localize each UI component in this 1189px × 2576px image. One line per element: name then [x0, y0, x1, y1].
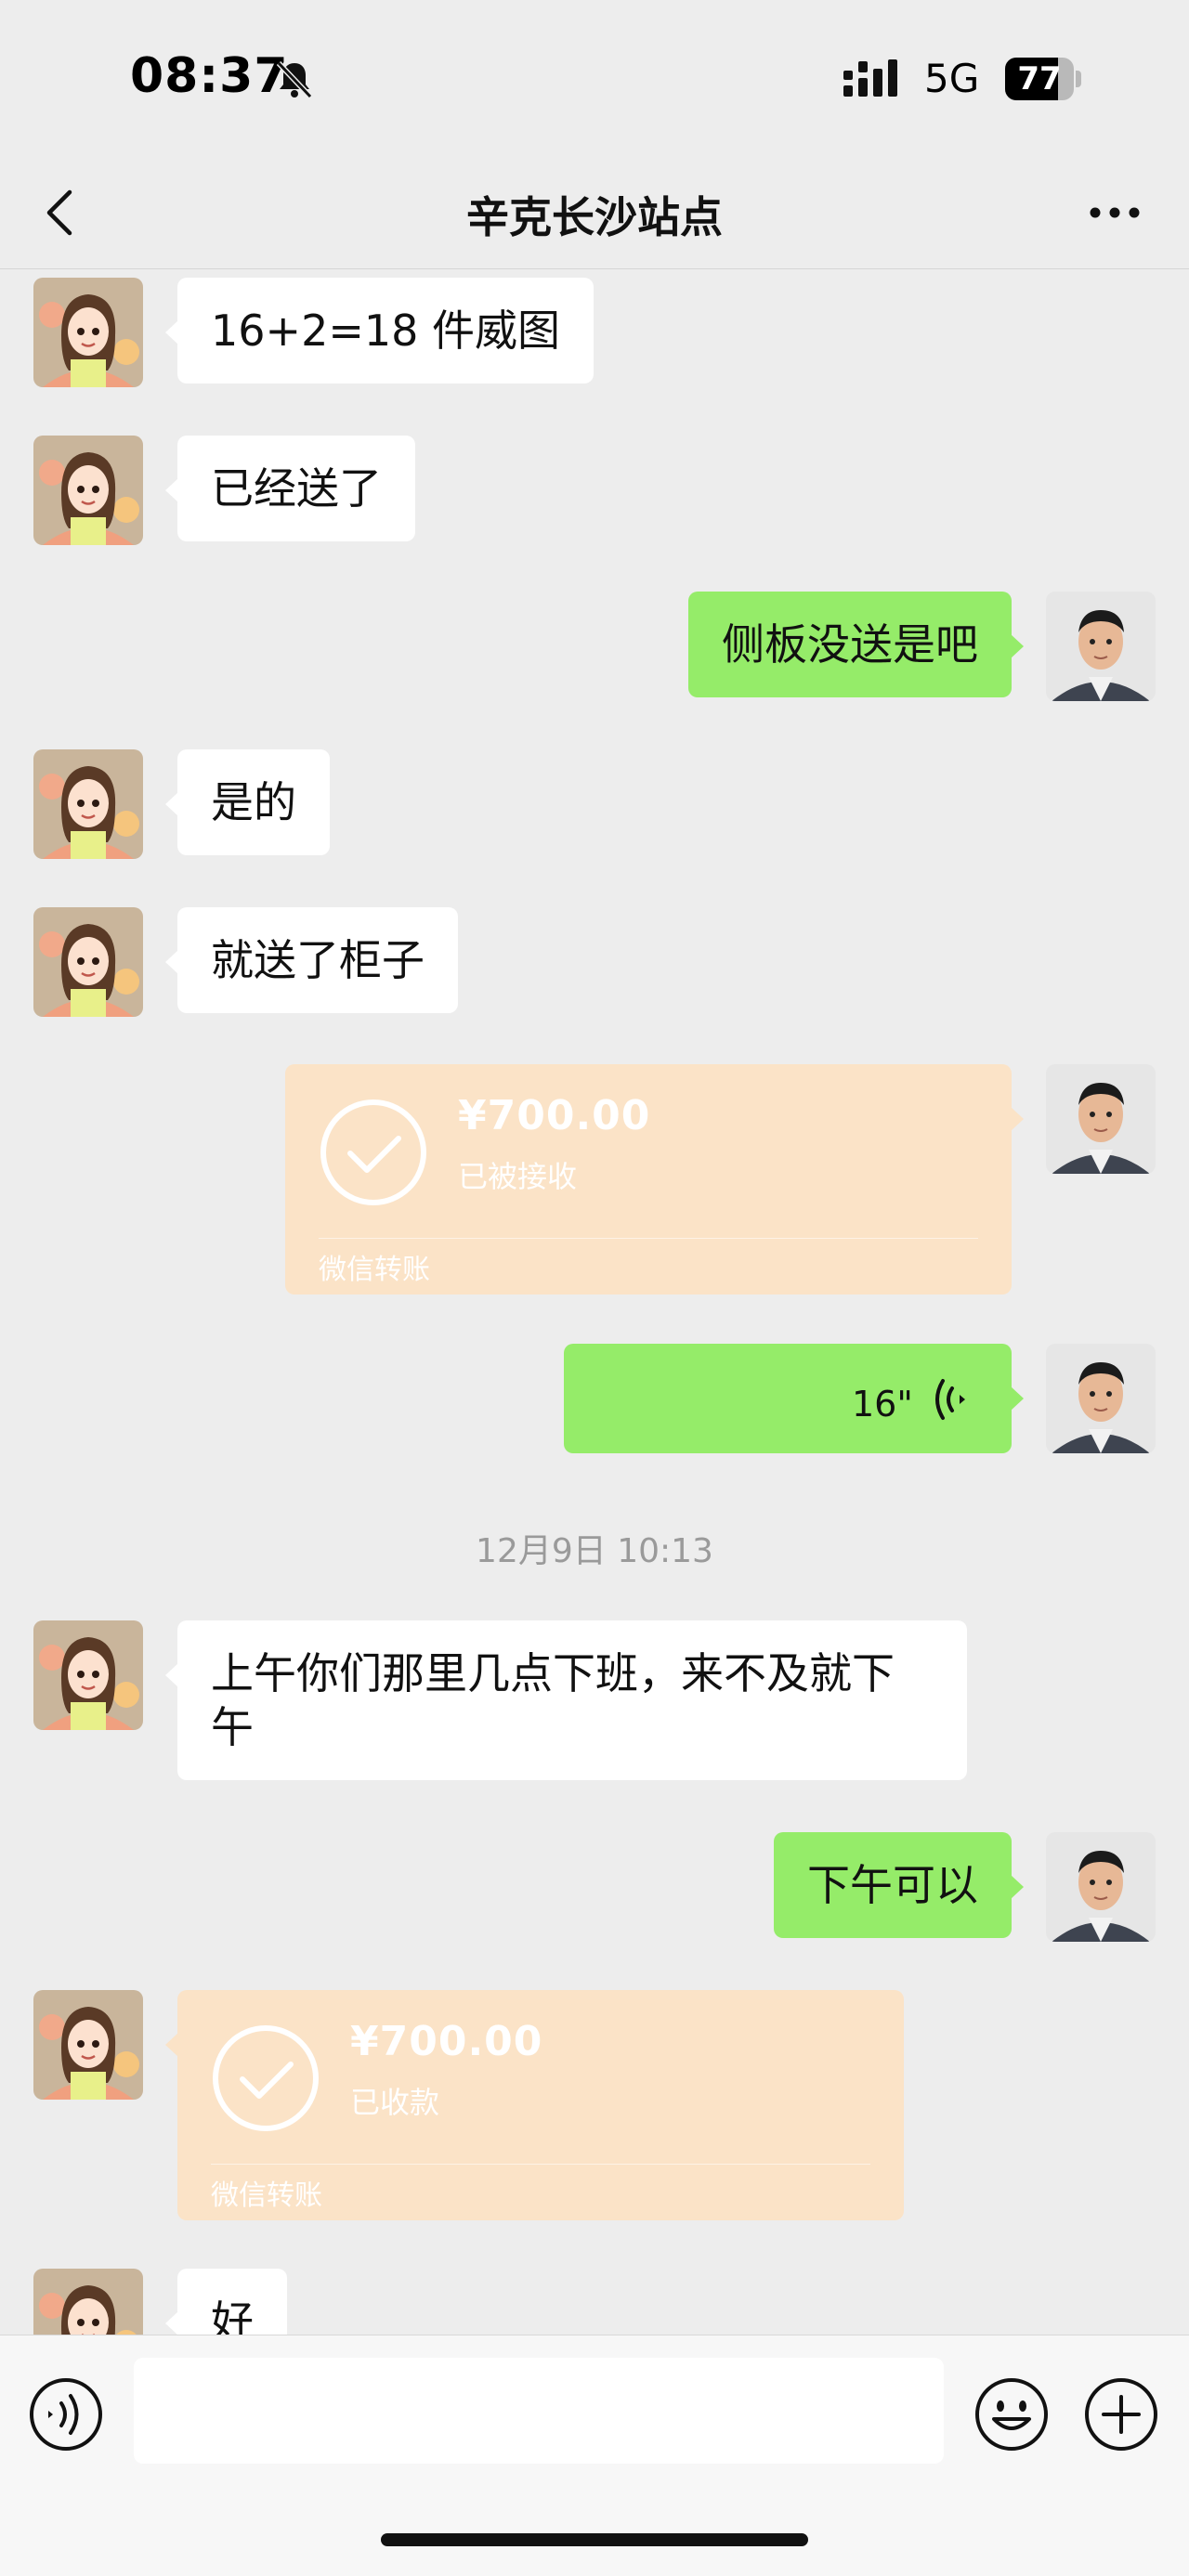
message-list[interactable]: 16+2=18 件威图 已经送了 侧板没送是吧 是的 就送了柜子 ¥700.00…	[0, 270, 1189, 2335]
check-circle-icon	[213, 2025, 319, 2131]
transfer-card[interactable]: ¥700.00 已被接收 微信转账	[285, 1064, 1012, 1295]
status-time: 08:37	[130, 48, 289, 104]
transfer-divider	[211, 2164, 870, 2165]
contact-avatar[interactable]	[33, 2269, 143, 2335]
home-indicator[interactable]	[381, 2533, 808, 2546]
message-bubble[interactable]: 下午可以	[774, 1832, 1012, 1938]
chevron-left-icon	[46, 189, 72, 236]
message-text: 侧板没送是吧	[722, 619, 978, 670]
contact-avatar[interactable]	[33, 1990, 143, 2100]
voice-message[interactable]: 16"	[564, 1344, 1012, 1453]
message-input[interactable]	[134, 2358, 944, 2464]
battery-level: 77	[1017, 60, 1062, 98]
message-text: 16+2=18 件威图	[211, 306, 561, 356]
message-bubble[interactable]: 上午你们那里几点下班，来不及就下午	[177, 1620, 967, 1780]
voice-duration: 16"	[852, 1384, 913, 1425]
network-label: 5G	[924, 56, 980, 101]
emoji-icon[interactable]	[973, 2376, 1050, 2452]
battery-icon: 77	[1005, 58, 1081, 100]
transfer-divider	[319, 1238, 978, 1239]
transfer-status: 已被接收	[458, 1159, 578, 1194]
message-bubble[interactable]: 就送了柜子	[177, 907, 458, 1013]
check-circle-icon	[320, 1099, 426, 1205]
message-text: 已经送了	[211, 463, 382, 514]
message-text: 是的	[211, 777, 296, 827]
message-bubble[interactable]: 是的	[177, 749, 330, 855]
status-bar: 08:37 5G 77	[0, 0, 1189, 158]
more-button[interactable]	[1078, 180, 1152, 245]
message-text: 上午你们那里几点下班，来不及就下午	[211, 1648, 895, 1752]
back-button[interactable]	[28, 180, 93, 245]
message-bubble[interactable]: 侧板没送是吧	[688, 592, 1012, 697]
message-bubble[interactable]: 已经送了	[177, 436, 415, 541]
contact-avatar[interactable]	[33, 749, 143, 859]
voice-wave-icon	[935, 1379, 965, 1420]
message-text: 下午可以	[807, 1860, 978, 1910]
timestamp: 12月9日 10:13	[476, 1532, 713, 1570]
message-text: 好	[211, 2296, 254, 2335]
message-text: 就送了柜子	[211, 935, 425, 985]
transfer-amount: ¥700.00	[350, 2018, 543, 2065]
transfer-label: 微信转账	[319, 1254, 430, 1286]
my-avatar[interactable]	[1046, 1064, 1156, 1174]
transfer-label: 微信转账	[211, 2179, 322, 2212]
chat-title: 辛克长沙站点	[466, 192, 723, 242]
contact-avatar[interactable]	[33, 436, 143, 545]
signal-icon	[843, 59, 897, 97]
transfer-amount: ¥700.00	[458, 1092, 651, 1139]
contact-avatar[interactable]	[33, 278, 143, 387]
more-dots-icon	[1090, 207, 1140, 218]
message-bubble[interactable]: 16+2=18 件威图	[177, 278, 594, 384]
plus-icon[interactable]	[1083, 2376, 1159, 2452]
contact-avatar[interactable]	[33, 1620, 143, 1730]
bell-off-icon	[276, 60, 313, 99]
my-avatar[interactable]	[1046, 1832, 1156, 1942]
transfer-card[interactable]: ¥700.00 已收款 微信转账	[177, 1990, 904, 2220]
transfer-status: 已收款	[350, 2085, 440, 2120]
my-avatar[interactable]	[1046, 592, 1156, 701]
contact-avatar[interactable]	[33, 907, 143, 1017]
message-bubble[interactable]: 好	[177, 2269, 287, 2335]
chat-header: 辛克长沙站点	[0, 158, 1189, 269]
voice-input-toggle[interactable]	[28, 2376, 104, 2452]
my-avatar[interactable]	[1046, 1344, 1156, 1453]
